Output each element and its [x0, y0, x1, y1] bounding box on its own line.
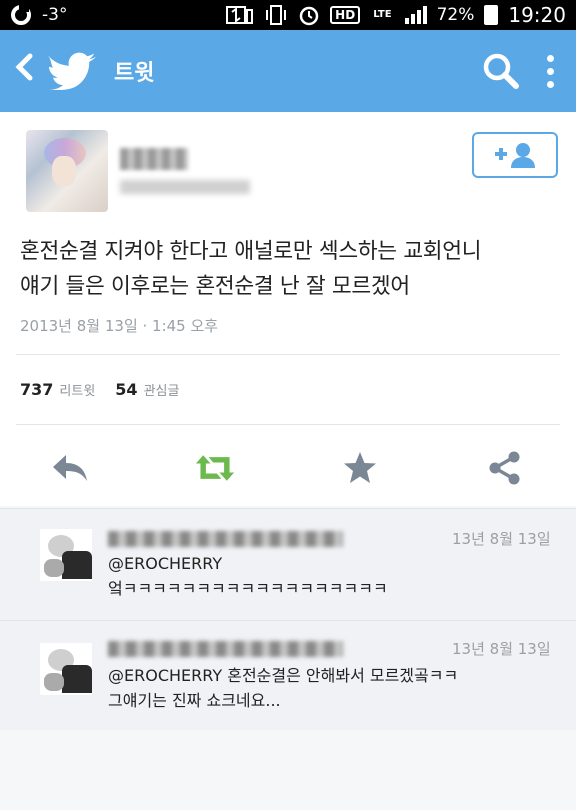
- tweet-text: 혼전순결 지켜야 한다고 애널로만 섹스하는 교회언니 얘기 들은 이후로는 혼…: [20, 239, 482, 299]
- clock: 19:20: [508, 3, 566, 27]
- battery-icon: [484, 5, 499, 25]
- reply-text: @EROCHERRY 혼전순결은 안해봐서 모르겠곸ㅋㅋ 그얘기는 진짜 쇼크네…: [108, 663, 548, 713]
- vibrate-icon: [264, 4, 288, 26]
- reply-item[interactable]: 13년 8월 13일 @EROCHERRY 혼전순결은 안해봐서 모르겠곸ㅋㅋ …: [0, 620, 576, 730]
- tweet-actions: [0, 448, 576, 488]
- redacted-display-name: [120, 148, 188, 170]
- redacted-reply-author: [108, 531, 343, 547]
- redacted-username: [120, 180, 250, 194]
- retweet-icon[interactable]: [195, 448, 235, 488]
- avatar[interactable]: [26, 130, 108, 212]
- reply-avatar[interactable]: [40, 643, 92, 695]
- reply-body-line2: 그얘기는 진짜 쇼크네요...: [108, 691, 281, 710]
- reply-body: 엌ㅋㅋㅋㅋㅋㅋㅋㅋㅋㅋㅋㅋㅋㅋㅋㅋㅋㅋ: [108, 579, 388, 598]
- app-bar: 트윗: [0, 30, 576, 112]
- tweet-timestamp: 2013년 8월 13일 · 1:45 오후: [20, 317, 219, 335]
- reply-avatar[interactable]: [40, 529, 92, 581]
- reply-text: @EROCHERRY 엌ㅋㅋㅋㅋㅋㅋㅋㅋㅋㅋㅋㅋㅋㅋㅋㅋㅋㅋ: [108, 551, 548, 601]
- divider: [16, 354, 560, 355]
- favorite-count[interactable]: 54: [115, 380, 137, 399]
- divider: [16, 424, 560, 425]
- redacted-reply-author: [108, 641, 343, 657]
- favorite-count-label: 관심글: [143, 384, 180, 399]
- add-user-icon: [495, 143, 535, 168]
- temperature: -3°: [42, 5, 68, 25]
- hd-voice-badge: HD: [330, 6, 361, 24]
- app-notification-icon: [10, 4, 32, 26]
- reply-icon[interactable]: [50, 448, 90, 488]
- status-bar: -3° HD LTE 72% 19:20: [0, 0, 576, 30]
- reply-mention[interactable]: @EROCHERRY: [108, 666, 222, 685]
- app-bar-title: 트윗: [114, 61, 155, 86]
- retweet-count[interactable]: 737: [20, 380, 53, 399]
- twitter-bird-icon[interactable]: [47, 51, 98, 91]
- share-icon[interactable]: [485, 448, 525, 488]
- reply-body: 혼전순결은 안해봐서 모르겠곸ㅋㅋ: [227, 666, 459, 685]
- more-icon[interactable]: [547, 54, 554, 88]
- battery-percent: 72%: [436, 5, 475, 25]
- reply-item[interactable]: 13년 8월 13일 @EROCHERRY 엌ㅋㅋㅋㅋㅋㅋㅋㅋㅋㅋㅋㅋㅋㅋㅋㅋㅋ…: [0, 508, 576, 620]
- alarm-icon: [298, 4, 320, 26]
- reply-mention[interactable]: @EROCHERRY: [108, 551, 548, 576]
- reply-date: 13년 8월 13일: [452, 530, 551, 548]
- retweet-count-label: 리트윗: [59, 384, 96, 399]
- tweet-detail: 혼전순결 지켜야 한다고 애널로만 섹스하는 교회언니 얘기 들은 이후로는 혼…: [0, 112, 576, 506]
- favorite-icon[interactable]: [340, 448, 380, 488]
- search-icon[interactable]: [479, 49, 523, 93]
- lte-badge: LTE: [373, 9, 392, 20]
- follow-button[interactable]: [472, 132, 558, 178]
- tweet-stats: 737 리트윗 54 관심글: [20, 380, 193, 399]
- signal-icon: [404, 6, 427, 24]
- back-icon[interactable]: [14, 51, 40, 91]
- reply-date: 13년 8월 13일: [452, 640, 551, 658]
- data-sync-icon: [226, 4, 254, 26]
